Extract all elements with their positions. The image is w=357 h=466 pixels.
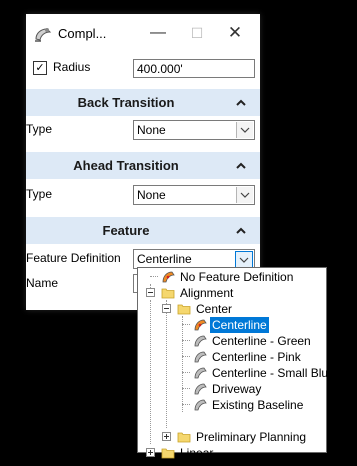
ahead-transition-header[interactable]: Ahead Transition xyxy=(26,152,260,179)
tree-connector xyxy=(182,404,190,405)
ahead-transition-title: Ahead Transition xyxy=(73,158,179,173)
ahead-type-select[interactable]: None xyxy=(133,185,255,205)
collapse-caret-icon[interactable] xyxy=(236,160,246,170)
feature-gray-icon xyxy=(193,382,207,396)
app-icon xyxy=(33,25,53,43)
collapse-toggle[interactable] xyxy=(162,304,171,313)
tree-item-label: Centerline - Green xyxy=(212,334,311,348)
window-title: Compl... xyxy=(58,26,107,41)
back-type-value: None xyxy=(137,123,166,137)
expand-toggle[interactable] xyxy=(146,448,155,457)
properties-panel: Compl... — ☐ ✕ ✓ Radius 400.000' Back Tr… xyxy=(26,14,260,310)
tree-item-label: Driveway xyxy=(212,382,262,396)
tree-connector xyxy=(182,372,190,373)
back-type-label: Type xyxy=(26,122,53,136)
minimize-button[interactable]: — xyxy=(144,22,172,44)
tree-connector xyxy=(150,300,151,444)
ahead-transition-type-row: Type None xyxy=(26,183,260,207)
collapse-caret-icon[interactable] xyxy=(236,97,246,107)
folder-icon xyxy=(177,302,191,316)
folder-icon xyxy=(161,446,175,460)
back-transition-header[interactable]: Back Transition xyxy=(26,89,260,116)
back-transition-title: Back Transition xyxy=(77,95,175,110)
close-button[interactable]: ✕ xyxy=(221,22,249,44)
feature-gray-icon xyxy=(193,350,207,364)
tree-item-label: Centerline xyxy=(210,317,269,333)
tree-connector xyxy=(150,276,158,277)
tree-item-label: Linear xyxy=(180,446,214,460)
name-label: Name xyxy=(26,276,59,290)
tree-item-label: No Feature Definition xyxy=(180,270,294,284)
folder-icon xyxy=(161,286,175,300)
tree-item-label: Alignment xyxy=(180,286,234,300)
feature-icon xyxy=(193,318,207,332)
radius-label: Radius xyxy=(53,60,91,74)
tree-item-label: Existing Baseline xyxy=(212,398,304,412)
feature-header[interactable]: Feature xyxy=(26,217,260,244)
radius-row: ✓ Radius 400.000' xyxy=(26,56,260,80)
maximize-button[interactable]: ☐ xyxy=(183,22,211,44)
tree-item-label: Preliminary Planning xyxy=(196,430,307,444)
tree-connector xyxy=(182,388,190,389)
feature-gray-icon xyxy=(193,366,207,380)
feature-title: Feature xyxy=(102,223,150,238)
radius-input[interactable]: 400.000' xyxy=(133,59,255,78)
tree-connector xyxy=(166,300,167,428)
feature-definition-tree[interactable]: No Feature Definition Alignment Center C… xyxy=(137,267,335,460)
tree-connector xyxy=(182,356,190,357)
tree-item-label: Centerline - Pink xyxy=(212,350,301,364)
ahead-type-label: Type xyxy=(26,187,53,201)
feature-definition-value: Centerline xyxy=(137,252,192,266)
collapse-toggle[interactable] xyxy=(146,288,155,297)
chevron-down-icon[interactable] xyxy=(236,187,253,203)
feature-gray-icon xyxy=(193,398,207,412)
tree-item-label: Centerline - Small Blue xyxy=(212,366,335,380)
folder-icon xyxy=(177,430,191,444)
tree-item-label: Center xyxy=(196,302,233,316)
radius-checkbox[interactable]: ✓ xyxy=(33,61,47,75)
tree-connector xyxy=(182,316,183,412)
feature-definition-label: Feature Definition xyxy=(26,251,121,265)
title-bar[interactable]: Compl... — ☐ ✕ xyxy=(26,14,260,52)
ahead-type-value: None xyxy=(137,188,166,202)
feature-definition-select[interactable]: Centerline xyxy=(133,249,255,269)
feature-icon xyxy=(161,270,175,284)
back-transition-type-row: Type None xyxy=(26,118,260,142)
chevron-down-icon[interactable] xyxy=(236,122,253,138)
expand-toggle[interactable] xyxy=(162,432,171,441)
tree-connector xyxy=(182,324,190,325)
collapse-caret-icon[interactable] xyxy=(236,225,246,235)
tree-connector xyxy=(182,340,190,341)
feature-gray-icon xyxy=(193,334,207,348)
back-type-select[interactable]: None xyxy=(133,120,255,140)
